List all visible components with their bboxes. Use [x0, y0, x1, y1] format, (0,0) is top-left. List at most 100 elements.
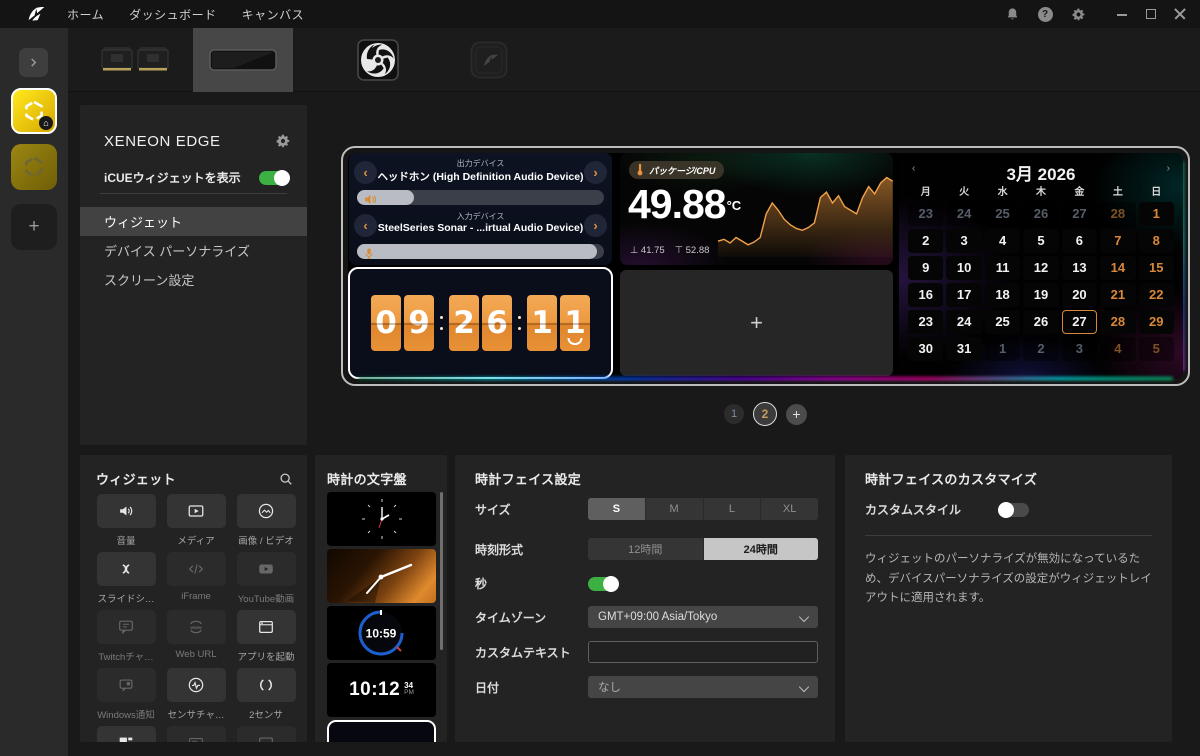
- flip-clock-colon: [518, 316, 521, 330]
- audio-widget[interactable]: 出力デバイス ヘッドホン (High Definition Audio Devi…: [349, 153, 612, 265]
- add-widget-slot[interactable]: +: [620, 270, 893, 376]
- page-dot-1[interactable]: 1: [724, 404, 744, 424]
- custom-text-input[interactable]: [588, 641, 818, 663]
- scene-rail: ⌂ +: [0, 28, 68, 756]
- widget-tile-globe[interactable]: www: [167, 610, 226, 644]
- widget-label: YouTube動画: [238, 591, 294, 603]
- size-option-xl[interactable]: XL: [761, 498, 818, 520]
- input-prev-button[interactable]: ‹: [354, 214, 377, 237]
- settings-gear-icon[interactable]: [1069, 5, 1087, 23]
- minimize-button[interactable]: [1116, 8, 1128, 20]
- widget-tile-speaker[interactable]: [97, 494, 156, 528]
- menu-item-widgets[interactable]: ウィジェット: [80, 207, 307, 236]
- thermometer-icon: [634, 163, 646, 177]
- widget-library-item: 画像 / ビデオ: [236, 494, 296, 545]
- widget-tile-image[interactable]: [237, 494, 296, 528]
- titlebar-actions: ?: [1003, 5, 1200, 23]
- widget-tile-sensor-gauge[interactable]: [167, 668, 226, 702]
- calendar-widget[interactable]: ‹ 3月 2026 › 月火水木金土日 23242526272812345678…: [899, 153, 1183, 379]
- clock-widget-selected[interactable]: 092611: [348, 267, 613, 379]
- calendar-weekday: 火: [946, 185, 981, 200]
- rail-expand-button[interactable]: [19, 48, 48, 77]
- calendar-header: ‹ 3月 2026 ›: [908, 159, 1174, 185]
- calendar-day: 5: [1139, 337, 1174, 361]
- cpu-temp-widget[interactable]: パッケージ/CPU 49.88°C ⊥ 41.75 ⊤ 52.88: [620, 153, 893, 265]
- notifications-bell-icon[interactable]: [1003, 5, 1021, 23]
- icue-widgets-toggle[interactable]: [259, 171, 289, 185]
- widget-tile-notification[interactable]: [97, 668, 156, 702]
- page-add-button[interactable]: +: [786, 404, 807, 425]
- calendar-day: 6: [1062, 229, 1097, 253]
- calendar-day: 11: [985, 256, 1020, 280]
- face-analog-orange[interactable]: [327, 549, 436, 603]
- scene-tile-active[interactable]: ⌂: [11, 88, 57, 134]
- time-format-segmented-control: 12時間 24時間: [588, 538, 818, 560]
- close-button[interactable]: [1174, 8, 1186, 20]
- date-select[interactable]: なし: [588, 676, 818, 698]
- device-tab-fan[interactable]: [332, 28, 424, 92]
- output-next-button[interactable]: ›: [584, 161, 607, 184]
- input-volume-slider[interactable]: [357, 244, 604, 259]
- page-dot-2-active[interactable]: 2: [753, 402, 777, 426]
- help-icon[interactable]: ?: [1036, 5, 1054, 23]
- nav-dashboard[interactable]: ダッシュボード: [129, 6, 217, 23]
- scene-tile-inactive[interactable]: [11, 144, 57, 190]
- calendar-day: 5: [1023, 229, 1058, 253]
- device-tab-xeneon-edge-selected[interactable]: [193, 28, 293, 92]
- maximize-button[interactable]: [1145, 8, 1157, 20]
- calendar-day: 17: [946, 283, 981, 307]
- custom-text-label: カスタムテキスト: [475, 644, 588, 661]
- widget-tile-media-play[interactable]: [167, 494, 226, 528]
- calendar-day: 1: [985, 337, 1020, 361]
- widget-tile-code[interactable]: [167, 552, 226, 586]
- timezone-select[interactable]: GMT+09:00 Asia/Tokyo: [588, 606, 818, 628]
- faces-scrollbar[interactable]: [440, 492, 443, 650]
- nav-home[interactable]: ホーム: [67, 6, 104, 23]
- input-next-button[interactable]: ›: [584, 214, 607, 237]
- device-tab-memory[interactable]: [88, 28, 184, 92]
- format-option-12h[interactable]: 12時間: [588, 538, 704, 560]
- calendar-day: 25: [985, 310, 1020, 334]
- widget-library-item: 音量: [96, 494, 156, 545]
- custom-style-toggle[interactable]: [999, 503, 1029, 517]
- output-prev-button[interactable]: ‹: [354, 161, 377, 184]
- size-option-m[interactable]: M: [646, 498, 704, 520]
- clock-faces-title: 時計の文字盤: [327, 469, 407, 488]
- size-option-s[interactable]: S: [588, 498, 646, 520]
- calendar-day: 27: [1062, 202, 1097, 226]
- calendar-next-icon[interactable]: ›: [1167, 163, 1170, 174]
- face-analog-dark[interactable]: [327, 492, 436, 546]
- output-volume-slider[interactable]: [357, 190, 604, 205]
- calendar-day: 23: [908, 310, 943, 334]
- nav-canvas[interactable]: キャンバス: [242, 6, 305, 23]
- face-digital[interactable]: 10:12 34 PM: [327, 663, 436, 717]
- widget-tile-form[interactable]: [167, 726, 226, 742]
- widget-tile-layout-tiles[interactable]: [97, 726, 156, 742]
- clock-face-customize-panel: 時計フェイスのカスタマイズ カスタムスタイル ウィジェットのパーソナライズが無効…: [845, 455, 1172, 742]
- search-icon[interactable]: [279, 472, 293, 486]
- preview-screen: 出力デバイス ヘッドホン (High Definition Audio Devi…: [348, 153, 1183, 379]
- face-flip-selected[interactable]: [327, 720, 436, 742]
- flip-clock-digit: 9: [404, 295, 434, 351]
- device-gear-icon[interactable]: [275, 133, 291, 154]
- calendar-day: 30: [908, 337, 943, 361]
- widget-tile-slideshow[interactable]: [97, 552, 156, 586]
- widget-tile-chat[interactable]: [97, 610, 156, 644]
- widget-tile-bottom-bar[interactable]: [237, 726, 296, 742]
- format-option-24h[interactable]: 24時間: [704, 538, 819, 560]
- size-option-l[interactable]: L: [704, 498, 762, 520]
- calendar-day: 1: [1139, 202, 1174, 226]
- widget-tile-youtube[interactable]: [237, 552, 296, 586]
- seconds-toggle[interactable]: [588, 577, 618, 591]
- time-format-label: 時刻形式: [475, 541, 588, 558]
- calendar-prev-icon[interactable]: ‹: [912, 163, 915, 174]
- add-scene-button[interactable]: +: [11, 204, 57, 250]
- menu-item-screen-settings[interactable]: スクリーン設定: [80, 265, 307, 294]
- face-watch-ring[interactable]: 10:59: [327, 606, 436, 660]
- widget-tile-app-window[interactable]: [237, 610, 296, 644]
- window-controls: [1116, 8, 1186, 20]
- menu-item-device-personalize[interactable]: デバイス パーソナライズ: [80, 236, 307, 265]
- device-tab-keyboard[interactable]: [444, 28, 534, 92]
- widget-library-item: メディア: [166, 494, 226, 545]
- widget-tile-two-sensor[interactable]: [237, 668, 296, 702]
